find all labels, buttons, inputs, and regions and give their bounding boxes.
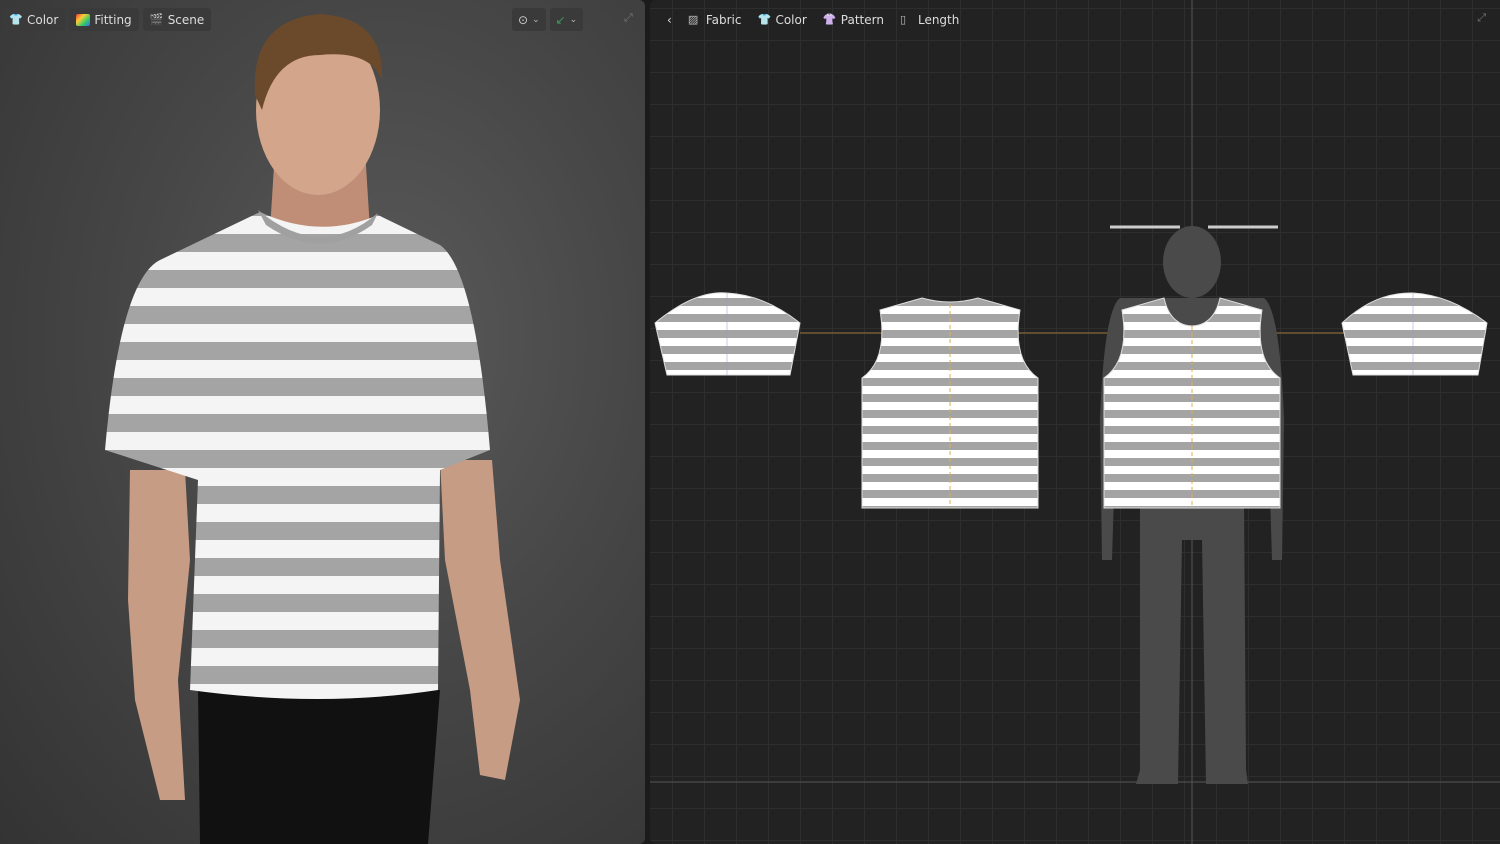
pattern-button[interactable]: 👚 Pattern: [816, 8, 891, 31]
length-button[interactable]: ▯ Length: [893, 8, 966, 31]
length-icon: ▯: [899, 12, 907, 26]
fitting-button[interactable]: Fitting: [69, 8, 139, 31]
color-icon: 👕: [9, 12, 23, 26]
avatar-3d: [105, 14, 520, 844]
chevron-down-icon: ⌄: [532, 14, 540, 25]
back-button[interactable]: ‹: [660, 8, 679, 31]
playback-dropdown[interactable]: ⊙ ⌄: [512, 8, 546, 31]
color-icon: 👕: [757, 12, 772, 26]
pattern-piece-sleeve-left: [654, 292, 801, 376]
play-circle-icon: ⊙: [518, 12, 529, 27]
pattern-piece-sleeve-right: [1341, 292, 1488, 376]
pattern-canvas: [650, 0, 1500, 844]
chevron-down-icon: ⌄: [569, 14, 578, 25]
pattern-icon: 👚: [822, 12, 837, 26]
expand-icon[interactable]: ⤢: [624, 11, 633, 25]
expand-icon[interactable]: ⤢: [1477, 11, 1486, 25]
chevron-left-icon: ‹: [667, 12, 672, 27]
fabric-icon: ▨: [687, 12, 699, 26]
color-button[interactable]: 👕 Color: [2, 8, 66, 31]
fabric-button[interactable]: ▨ Fabric: [681, 8, 749, 31]
scene-button[interactable]: 🎬 Scene: [142, 8, 212, 31]
3d-viewport[interactable]: 👕 Color Fitting 🎬 Scene ⊙ ⌄ ↙ ⌄ ⤢: [0, 0, 645, 844]
arrow-tool-icon: ↙: [555, 12, 566, 27]
arrow-tool-dropdown[interactable]: ↙ ⌄: [549, 8, 584, 31]
scene-icon: 🎬: [149, 12, 164, 26]
2d-pattern-viewport[interactable]: ‹ ▨ Fabric 👕 Color 👚 Pattern ▯ Length ⤢: [650, 0, 1500, 844]
fitting-icon: [76, 13, 91, 26]
color-button-2d[interactable]: 👕 Color: [750, 8, 813, 31]
